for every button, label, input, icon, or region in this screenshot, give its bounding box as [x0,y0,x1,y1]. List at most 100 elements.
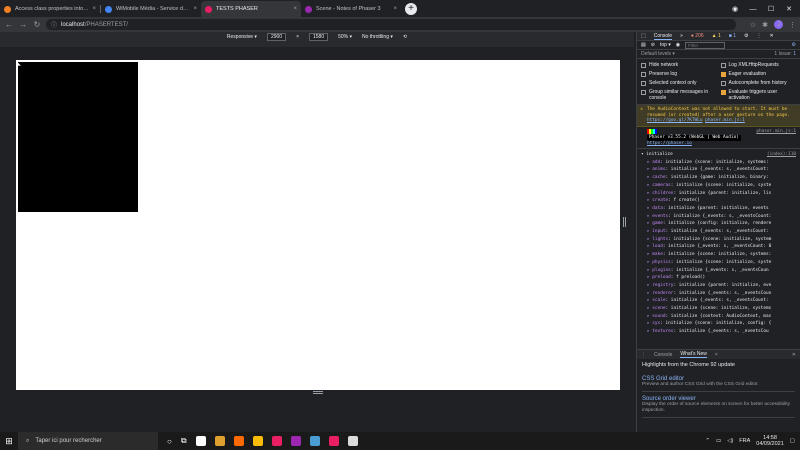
issues-link[interactable]: 1 Issue: 1 [774,51,796,57]
taskbar-app-icon[interactable] [233,436,244,446]
object-property[interactable]: ▸ cache: initialize {game: initialize, b… [641,174,796,182]
taskbar-app-icon[interactable] [195,436,206,446]
forward-icon[interactable]: → [18,20,28,29]
object-property[interactable]: ▸ input: initialize {_events: s, _events… [641,228,796,236]
warning-source[interactable]: phaser.min.js:1 [705,118,745,123]
object-property[interactable]: ▸ textures: initialize {_events: s, _eve… [641,328,796,333]
tab-close-icon[interactable]: × [293,6,297,12]
phaser-canvas[interactable] [18,62,138,212]
object-property[interactable]: ▸ game: initialize {config: initialize, … [641,220,796,228]
width-input[interactable]: 2900 [266,33,287,41]
back-icon[interactable]: ← [4,20,14,29]
language-indicator[interactable]: FRA [739,438,750,444]
taskbar-search[interactable]: ⌕ Taper ici pour rechercher [18,432,158,450]
task-view-icon[interactable]: ⧉ [181,436,187,446]
levels-select[interactable]: Default levels ▾ [641,51,675,57]
object-property[interactable]: ▸ plugins: initialize {_events: s, _even… [641,267,796,275]
drawer-menu-icon[interactable]: ⋮ [641,352,646,358]
drawer-tab-close-icon[interactable]: × [715,352,718,358]
phaser-link[interactable]: https://phaser.io [647,141,692,146]
checkbox[interactable] [720,62,726,68]
rotate-icon[interactable]: ⟲ [403,34,407,40]
address-bar[interactable]: ⓘ localhost/PHASERTEST/ [46,19,736,30]
context-select[interactable]: top ▾ [660,42,671,48]
menu-icon[interactable]: ⋮ [789,21,796,29]
object-property[interactable]: ▸ sound: initialize {context: AudioConte… [641,313,796,321]
object-head[interactable]: ▾ initialize (index):110 [641,151,796,159]
sidebar-toggle-icon[interactable]: ▤ [641,42,646,48]
taskbar-app-icon[interactable] [328,436,339,446]
whats-new-card[interactable]: CSS Grid editor Preview and author CSS G… [642,376,795,392]
checkbox[interactable] [641,62,646,68]
object-property[interactable]: ▸ scene: initialize {scene: initialize, … [641,305,796,313]
object-property[interactable]: ▸ scale: initialize {_events: s, _events… [641,297,796,305]
cortana-icon[interactable]: ○ [167,437,172,446]
zoom-select[interactable]: 50% ▾ [338,34,352,40]
minimize-icon[interactable]: — [746,6,760,13]
taskbar-app-icon[interactable] [252,436,263,446]
object-property[interactable]: ▸ preload: f preload() [641,274,796,282]
banner-source[interactable]: phaser.min.js:1 [756,129,796,135]
object-property[interactable]: ▸ sys: initialize {scene: initialize, co… [641,320,796,328]
error-count[interactable]: ● 206 [691,33,704,39]
notifications-icon[interactable]: ▢ [790,438,795,444]
volume-icon[interactable]: ◁) [727,438,733,444]
object-property[interactable]: ▸ registry: initialize {parent: initiali… [641,282,796,290]
tab-console[interactable]: Console [653,33,673,40]
checkbox-checked[interactable] [720,89,726,95]
object-property[interactable]: ▸ cameras: initialize {scene: initialize… [641,182,796,190]
console-settings-icon[interactable]: ⚙ [792,42,796,48]
object-property[interactable]: ▸ load: initialize {_events: s, _eventsC… [641,243,796,251]
resize-handle-bottom[interactable] [313,391,323,394]
warning-count[interactable]: ▲ 1 [712,33,721,39]
devtools-close-icon[interactable]: ✕ [769,33,773,39]
new-tab-button[interactable]: + [405,3,417,15]
settings-gear-icon[interactable]: ⚙ [744,33,748,39]
taskbar-app-icon[interactable] [271,436,282,446]
object-property[interactable]: ▸ data: initialize {parent: initialize, … [641,205,796,213]
clear-console-icon[interactable]: ⊘ [651,42,655,48]
taskbar-app-icon[interactable] [309,436,320,446]
windows-start-icon[interactable]: ⊞ [0,432,18,450]
object-property[interactable]: ▸ create: f create() [641,197,796,205]
object-property[interactable]: ▸ lights: initialize {scene: initialize,… [641,236,796,244]
warning-link[interactable]: https://goo.gl/7K7WLu [647,118,703,123]
device-mode-select[interactable]: Responsive ▾ [227,34,257,40]
setting-preserve-log[interactable]: Preserve log [641,71,717,77]
browser-tab[interactable]: Scene - Notes of Phaser 3 × [301,1,401,17]
setting-user-activation[interactable]: Evaluate triggers user activation [720,89,797,101]
object-property[interactable]: ▸ renderer: initialize {_events: s, _eve… [641,290,796,298]
info-count[interactable]: ■ 1 [729,33,736,39]
object-source[interactable]: (index):110 [767,151,796,159]
tab-close-icon[interactable]: × [92,6,96,12]
setting-hide-network[interactable]: Hide network [641,62,717,68]
browser-tab-active[interactable]: TESTS PHASER × [201,1,301,17]
star-icon[interactable]: ☆ [750,21,756,29]
tab-close-icon[interactable]: × [193,6,197,12]
browser-tab[interactable]: Access class properties into meth × [0,1,100,17]
drawer-tab-console[interactable]: Console [654,352,672,358]
object-property[interactable]: ▸ add: initialize {scene: initialize, sy… [641,159,796,167]
setting-selected-context[interactable]: Selected context only [641,80,717,86]
more-tabs-icon[interactable]: » [680,33,683,39]
setting-eager-eval[interactable]: Eager evaluation [720,71,797,77]
clock[interactable]: 14:58 04/09/2021 [756,435,784,447]
setting-group-similar[interactable]: Group similar messages in console [641,89,717,101]
extensions-icon[interactable]: ✱ [762,21,768,29]
maximize-icon[interactable]: ☐ [764,5,778,13]
reload-icon[interactable]: ↻ [32,20,42,29]
drawer-tab-whats-new[interactable]: What's New [680,351,707,358]
avatar[interactable]: J [774,20,783,29]
whats-new-card[interactable]: Source order viewer Display the order of… [642,396,795,418]
throttle-select[interactable]: No throttling ▾ [362,34,393,40]
taskbar-app-icon[interactable] [214,436,225,446]
tab-search-icon[interactable]: ◉ [728,5,742,13]
info-icon[interactable]: ⓘ [51,20,57,29]
inspect-icon[interactable]: ⬚ [641,33,646,39]
checkbox-checked[interactable] [720,71,726,77]
checkbox[interactable] [720,80,726,86]
object-property[interactable]: ▸ anims: initialize {_events: s, _events… [641,166,796,174]
object-property[interactable]: ▸ events: initialize {_events: s, _event… [641,213,796,221]
tray-chevron-icon[interactable]: ⌃ [705,438,710,444]
close-window-icon[interactable]: ✕ [782,5,796,13]
